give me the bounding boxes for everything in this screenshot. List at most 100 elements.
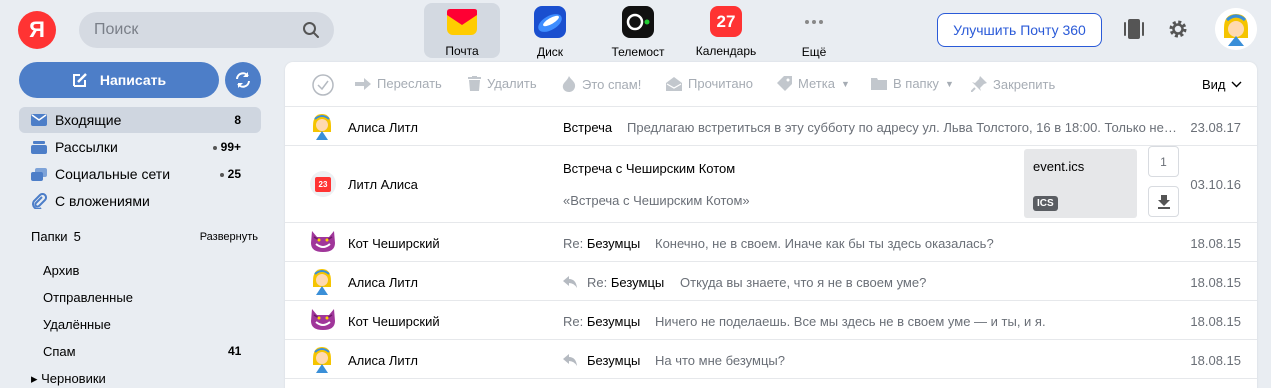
sidebar-item-attachments[interactable]: С вложениями <box>19 188 261 214</box>
message-date: 18.08.15 <box>1190 314 1241 329</box>
delete-button[interactable]: Удалить <box>468 76 537 91</box>
calendar-day: 27 <box>716 11 736 31</box>
replied-arrow-icon <box>563 354 577 366</box>
pencil-icon <box>72 73 87 87</box>
service-mail-label: Почта <box>445 44 479 58</box>
service-disk[interactable]: Диск <box>512 3 588 59</box>
folder-icon <box>871 78 887 90</box>
sidebar-item-inbox[interactable]: Входящие 8 <box>19 107 261 133</box>
message-date: 23.08.17 <box>1190 120 1241 135</box>
select-all-checkbox[interactable] <box>312 74 334 96</box>
sender-name: Кот Чеширский <box>348 314 440 329</box>
alice-avatar-icon <box>313 114 331 140</box>
refresh-button[interactable] <box>225 62 261 98</box>
message-subject: Re: Безумцы <box>563 314 641 329</box>
sidebar-item-label: Социальные сети <box>55 166 171 182</box>
service-calendar-label: Календарь <box>695 44 757 58</box>
table-row[interactable]: Алиса Литл Re: Безумцы Откуда вы знаете,… <box>285 262 1257 301</box>
calendar-icon: 27 <box>710 6 742 37</box>
newsletters-icon <box>31 140 47 154</box>
unread-count: 25 <box>219 167 241 181</box>
social-icon <box>31 167 47 181</box>
search-input[interactable] <box>94 21 294 39</box>
pin-button[interactable]: Закрепить <box>971 76 1055 92</box>
message-subject: Встреча с Чеширским Котом <box>563 161 736 176</box>
view-dropdown[interactable]: Вид <box>1202 77 1242 92</box>
sidebar-item-social[interactable]: Социальные сети 25 <box>19 161 261 187</box>
more-dots-icon <box>798 6 830 38</box>
upgrade-button[interactable]: Улучшить Почту 360 <box>937 13 1102 47</box>
chevron-down-icon: ▼ <box>944 78 954 89</box>
compose-label: Написать <box>99 72 167 88</box>
mail-envelope-icon <box>446 6 478 37</box>
service-disk-label: Диск <box>536 45 564 59</box>
table-row[interactable]: Алиса Литл Встреча Предлагаю встретиться… <box>285 107 1257 146</box>
chevron-down-icon <box>1231 81 1242 88</box>
telemost-camera-icon <box>622 6 654 38</box>
unread-count: 99+ <box>212 140 241 154</box>
calendar-avatar-icon: 23 <box>310 171 336 197</box>
message-preview: На что мне безумцы? <box>655 353 785 368</box>
layout-switch-icon[interactable] <box>1122 17 1146 41</box>
gear-icon[interactable] <box>1166 17 1190 41</box>
folders-title: Папки <box>31 229 68 244</box>
pin-icon <box>971 76 987 92</box>
service-more[interactable]: Ещё <box>776 3 852 59</box>
move-to-folder-dropdown[interactable]: В папку ▼ <box>871 76 954 91</box>
message-subject: Безумцы <box>587 353 641 368</box>
search-icon[interactable] <box>302 21 320 39</box>
forward-button[interactable]: Переслать <box>355 76 442 91</box>
download-button[interactable] <box>1148 186 1179 217</box>
message-date: 18.08.15 <box>1190 275 1241 290</box>
yandex-logo[interactable]: Я <box>18 11 56 49</box>
sender-name: Алиса Литл <box>348 275 418 290</box>
service-mail[interactable]: Почта <box>424 3 500 58</box>
sidebar-item-label: Рассылки <box>55 139 118 155</box>
expand-folders-button[interactable]: Развернуть <box>200 231 258 243</box>
forward-arrow-icon <box>355 77 371 90</box>
service-telemost[interactable]: Телемост <box>600 3 676 59</box>
table-row[interactable]: Кот Чеширский Re: Безумцы Конечно, не в … <box>285 223 1257 262</box>
download-icon <box>1157 194 1170 209</box>
message-preview: Конечно, не в своем. Иначе как бы ты зде… <box>655 236 994 251</box>
service-calendar[interactable]: 27 Календарь <box>688 3 764 58</box>
folder-spam-count: 41 <box>228 344 242 358</box>
compose-button[interactable]: Написать <box>19 62 219 98</box>
spam-button[interactable]: Это спам! <box>562 76 641 92</box>
trash-icon <box>468 76 481 91</box>
message-subject: Re: Безумцы <box>587 275 665 290</box>
sender-name: Литл Алиса <box>348 177 418 192</box>
paperclip-icon <box>31 193 47 209</box>
attachment-count-button[interactable]: 1 <box>1148 146 1179 177</box>
attachment-tile[interactable]: event.ics ICS <box>1024 149 1137 218</box>
folder-drafts[interactable]: ▸ Черновики <box>31 371 106 387</box>
message-subject: Re: Безумцы <box>563 236 641 251</box>
inbox-icon <box>31 113 47 127</box>
table-row[interactable]: 23 Литл Алиса Встреча с Чеширским Котом … <box>285 146 1257 223</box>
folders-count: 5 <box>73 229 81 244</box>
refresh-icon <box>236 72 250 88</box>
cheshire-cat-avatar-icon <box>311 309 335 330</box>
open-envelope-icon <box>666 76 682 91</box>
fire-icon <box>562 76 576 92</box>
folder-spam[interactable]: Спам <box>43 344 76 359</box>
label-dropdown[interactable]: Метка ▼ <box>777 76 850 91</box>
sidebar-item-newsletters[interactable]: Рассылки 99+ <box>19 134 261 160</box>
search-box[interactable] <box>79 12 334 48</box>
cheshire-cat-avatar-icon <box>311 231 335 252</box>
table-row[interactable]: Алиса Литл Безумцы На что мне безумцы? 1… <box>285 340 1257 379</box>
sender-name: Алиса Литл <box>348 353 418 368</box>
folder-deleted[interactable]: Удалённые <box>43 317 111 332</box>
toolbar: Переслать Удалить Это спам! Прочитано Ме… <box>285 62 1257 107</box>
message-preview: Откуда вы знаете, что я не в своем уме? <box>680 275 927 290</box>
folder-archive[interactable]: Архив <box>43 263 79 278</box>
unread-count: 8 <box>234 113 241 127</box>
avatar[interactable] <box>1215 8 1257 50</box>
folder-sent[interactable]: Отправленные <box>43 290 133 305</box>
message-date: 18.08.15 <box>1190 353 1241 368</box>
message-date: 18.08.15 <box>1190 236 1241 251</box>
message-subject: Встреча <box>563 120 613 135</box>
table-row[interactable]: Кот Чеширский Re: Безумцы Ничего не поде… <box>285 301 1257 340</box>
mark-read-button[interactable]: Прочитано <box>666 76 753 91</box>
replied-arrow-icon <box>563 276 577 288</box>
